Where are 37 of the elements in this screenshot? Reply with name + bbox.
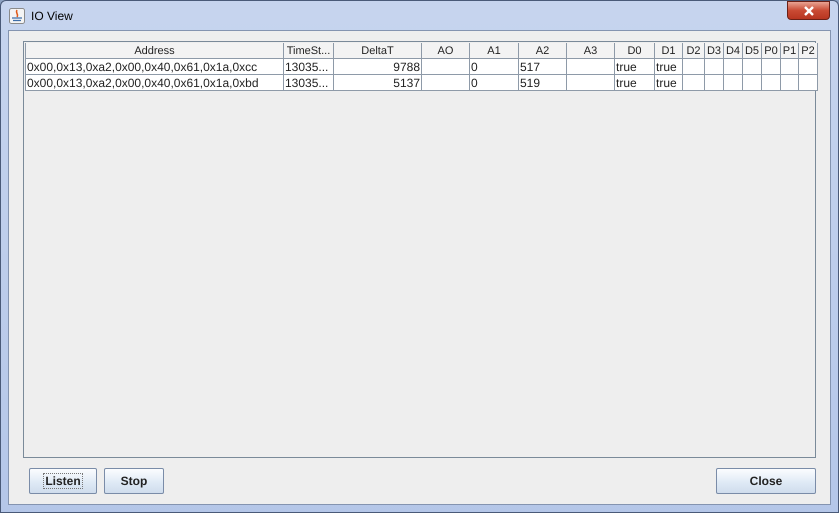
action-button[interactable]: Stop <box>104 468 164 494</box>
close-button[interactable] <box>787 1 830 20</box>
table-cell: true <box>616 60 637 74</box>
column-header[interactable]: A1 <box>470 43 518 58</box>
action-button[interactable]: Listen <box>29 468 97 494</box>
column-header[interactable]: D0 <box>614 43 654 58</box>
table-cell: 9788 <box>393 60 420 74</box>
table-cell: 13035... <box>285 76 328 90</box>
table-cell: 13035... <box>285 60 328 74</box>
column-header[interactable]: D4 <box>724 43 742 58</box>
table-cell: 0x00,0x13,0xa2,0x00,0x40,0x61,0x1a,0xbd <box>27 76 259 90</box>
table-cell: 0 <box>471 76 478 90</box>
column-header[interactable]: DeltaT <box>334 43 422 58</box>
column-header[interactable]: A2 <box>518 43 566 58</box>
column-header[interactable]: P2 <box>798 43 818 58</box>
column-header[interactable]: Address <box>26 43 284 58</box>
column-header[interactable]: D3 <box>704 43 724 58</box>
column-header[interactable]: AO <box>422 43 470 58</box>
column-header[interactable]: P0 <box>762 43 780 58</box>
table-cell: true <box>656 60 677 74</box>
column-header[interactable]: D5 <box>742 43 762 58</box>
table-cell: 5137 <box>393 76 420 90</box>
app-icon <box>9 8 25 24</box>
table-cell: 517 <box>520 60 540 74</box>
table-cell: 0 <box>471 60 478 74</box>
close-dialog-button[interactable]: Close <box>716 468 816 494</box>
column-header[interactable]: A3 <box>566 43 614 58</box>
column-header[interactable]: D1 <box>654 43 682 58</box>
column-header[interactable]: P1 <box>780 43 798 58</box>
table-cell: true <box>656 76 677 90</box>
window-title: IO View <box>31 8 74 22</box>
table-cell: 519 <box>520 76 540 90</box>
close-icon <box>802 6 814 16</box>
column-header[interactable]: TimeSt... <box>284 43 334 58</box>
table-cell: true <box>616 76 637 90</box>
table-cell: 0x00,0x13,0xa2,0x00,0x40,0x61,0x1a,0xcc <box>27 60 258 74</box>
column-header[interactable]: D2 <box>682 43 704 58</box>
